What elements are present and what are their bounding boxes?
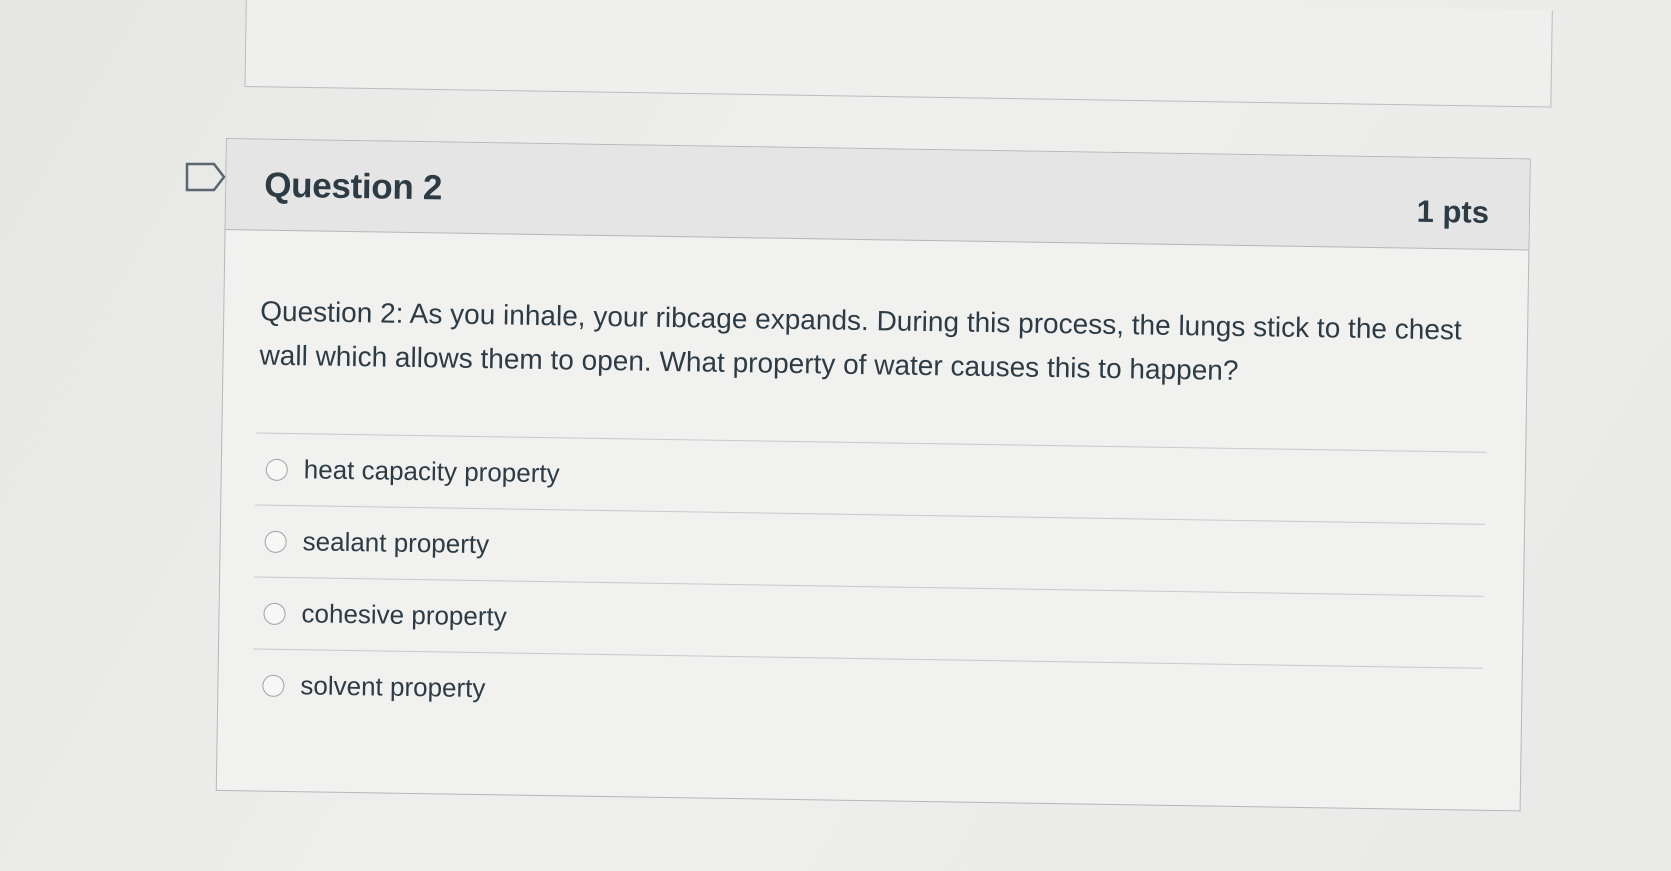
question-header: Question 2 1 pts [225,139,1530,251]
answer-label[interactable]: sealant property [302,526,489,560]
radio-unselected-icon[interactable] [263,602,286,625]
question-title: Question 2 [263,165,443,208]
quiz-page: Question 2 1 pts Question 2: As you inha… [0,0,1671,871]
question-points: 1 pts [1416,193,1490,230]
radio-unselected-icon[interactable] [262,674,285,697]
answer-list: heat capacity property sealant property … [251,432,1487,740]
answer-label[interactable]: cohesive property [301,598,507,632]
answer-label[interactable]: heat capacity property [304,454,560,489]
question-card: Question 2 1 pts Question 2: As you inha… [215,138,1531,812]
radio-unselected-icon[interactable] [264,530,287,553]
flag-icon[interactable] [184,161,228,193]
answer-label[interactable]: solvent property [300,670,485,704]
previous-question-card [244,0,1553,108]
question-text: Question 2: As you inhale, your ribcage … [259,295,1462,386]
radio-unselected-icon[interactable] [265,458,288,481]
